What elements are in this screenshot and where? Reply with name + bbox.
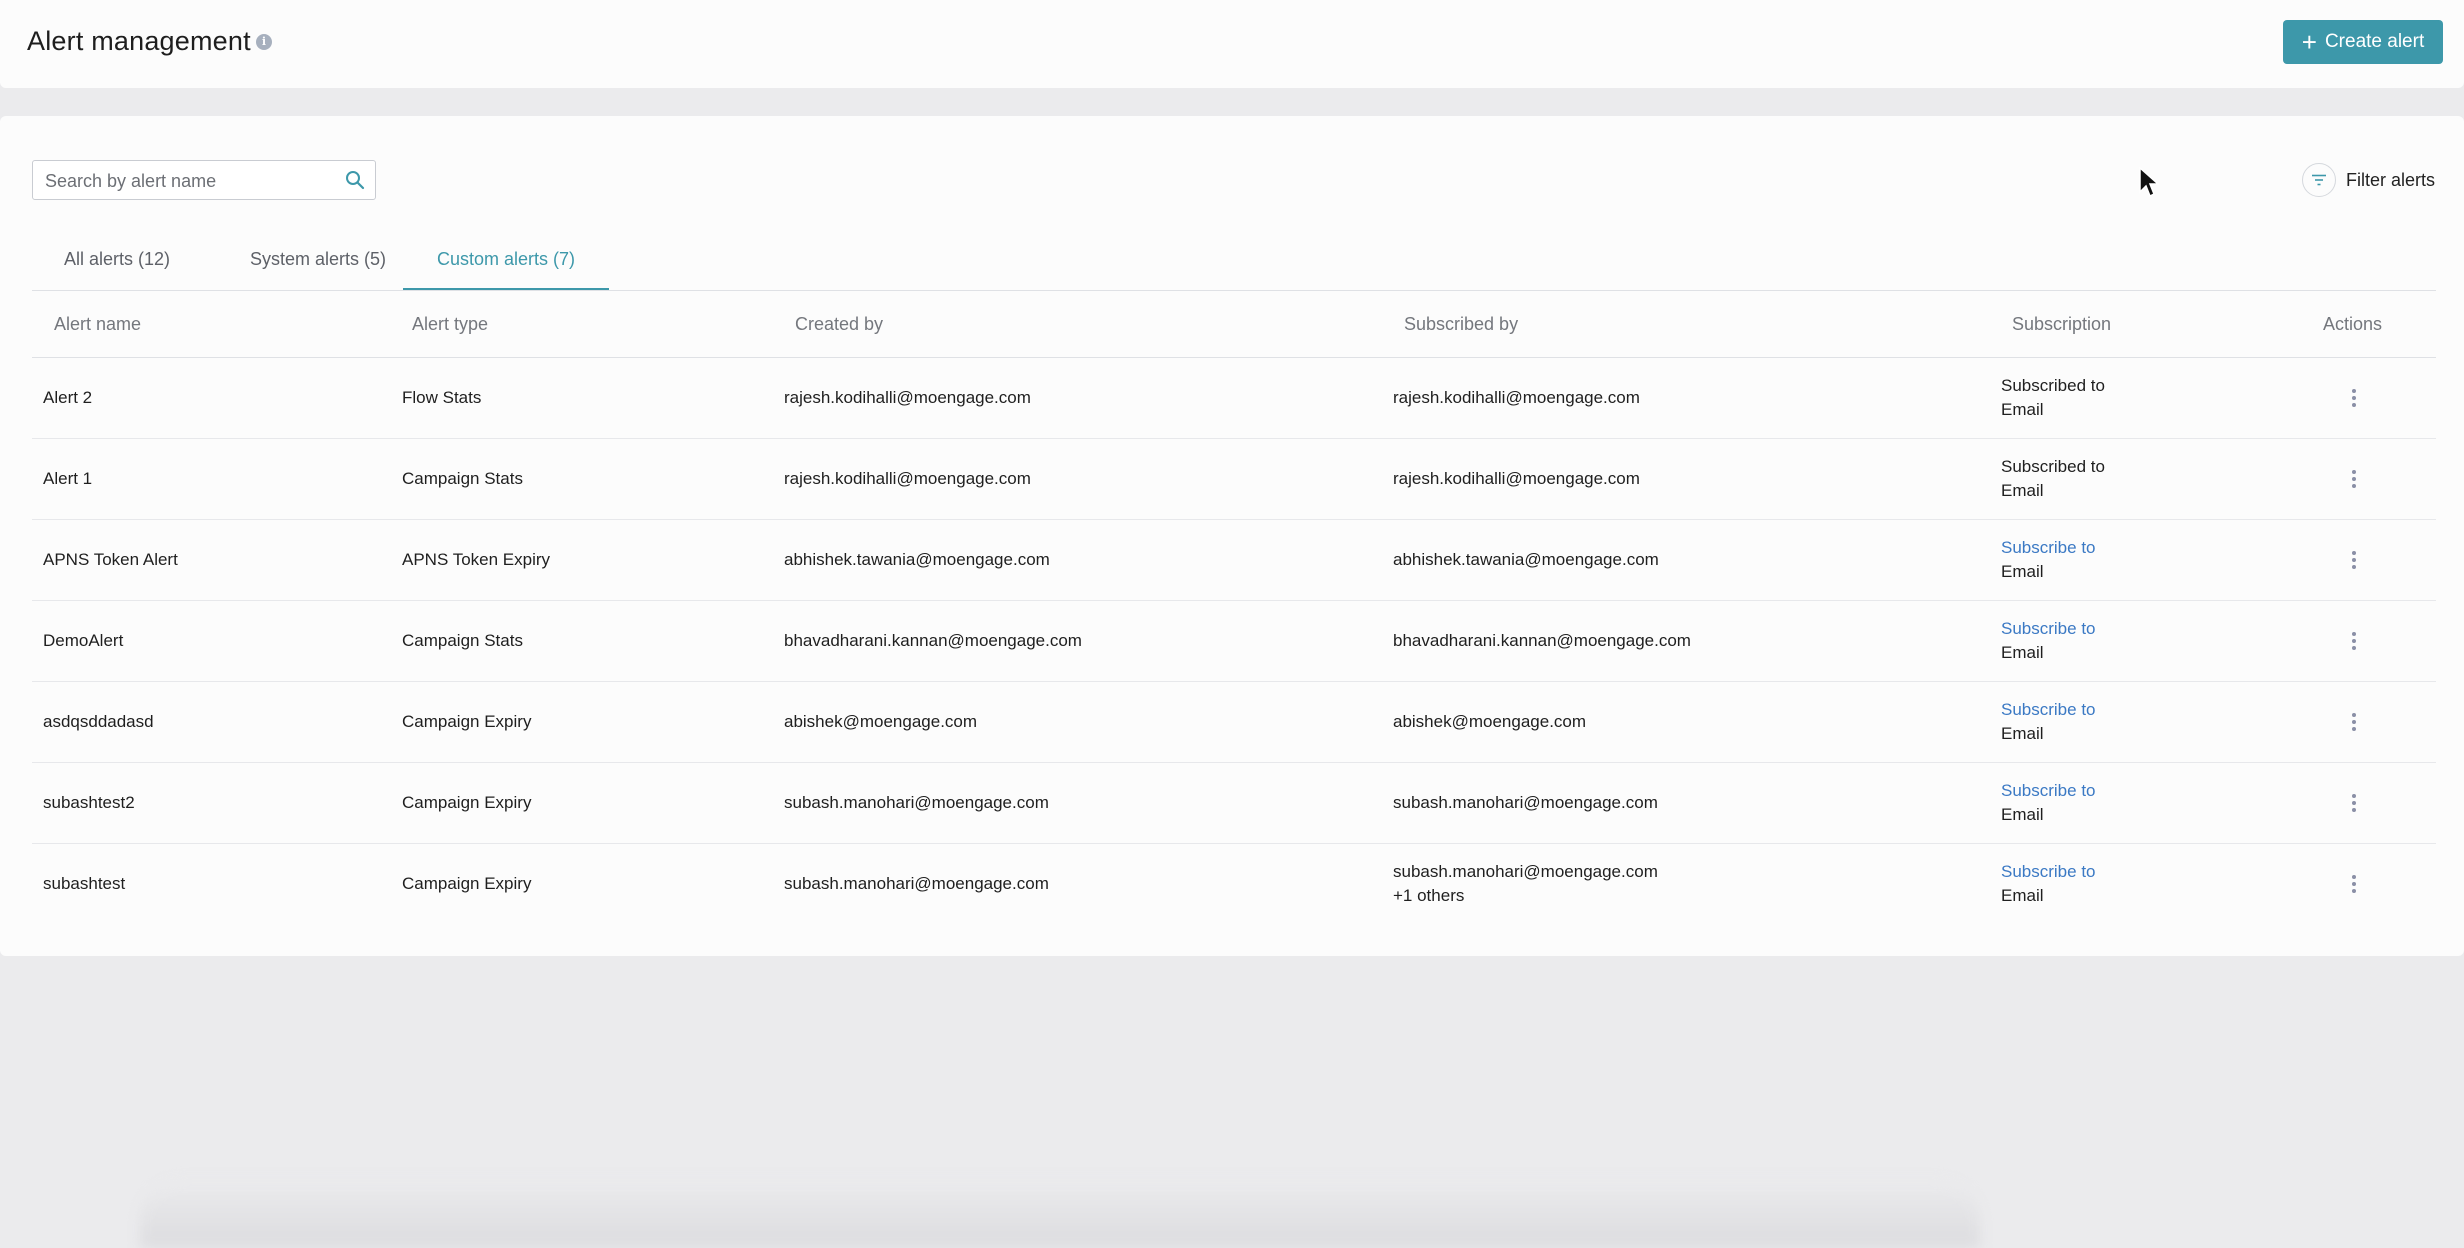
subscribe-link[interactable]: Subscribe to xyxy=(2001,698,2096,722)
cell-subscription: Subscribe to Email xyxy=(2001,763,2096,843)
create-alert-label: Create alert xyxy=(2324,31,2425,52)
more-vertical-icon[interactable] xyxy=(2346,386,2362,410)
table-row: subashtest2 Campaign Expiry subash.manohar… xyxy=(32,763,2436,844)
cell-alert-name: subashtest2 xyxy=(43,793,135,812)
header-subscribed-by: Subscribed by xyxy=(1404,313,1519,334)
subscribed-by-email: rajesh.kodihalli@moengage.com xyxy=(1393,469,1640,488)
cell-created-by: subash.manohari@moengage.com xyxy=(784,793,1049,812)
table-header: Alert name Alert type Created by Subscri… xyxy=(32,291,2436,358)
alerts-panel: Filter alerts All alerts (12) System ale… xyxy=(0,116,2464,956)
cell-alert-type: Flow Stats xyxy=(402,388,482,407)
info-icon[interactable]: i xyxy=(256,34,272,50)
cell-subscription: Subscribed to Email xyxy=(2001,358,2105,438)
page-title: Alert management xyxy=(27,26,251,56)
cell-created-by: bhavadharani.kannan@moengage.com xyxy=(784,631,1082,650)
table-row: DemoAlert Campaign Stats bhavadharani.kann… xyxy=(32,601,2436,682)
bottom-shadow xyxy=(140,1180,1980,1248)
cell-alert-type: Campaign Stats xyxy=(402,631,523,650)
cell-alert-name: Alert 1 xyxy=(43,469,93,488)
cell-alert-type: Campaign Expiry xyxy=(402,793,532,812)
cell-subscription: Subscribed to Email xyxy=(2001,439,2105,519)
subscription-channel: Email xyxy=(2001,562,2044,581)
cell-alert-type: APNS Token Expiry xyxy=(402,550,551,569)
cell-alert-type: Campaign Expiry xyxy=(402,874,532,893)
more-vertical-icon[interactable] xyxy=(2346,629,2362,653)
more-vertical-icon[interactable] xyxy=(2346,710,2362,734)
cell-subscribed-by: subash.manohari@moengage.com +1 others xyxy=(1393,844,1658,924)
cell-alert-name: DemoAlert xyxy=(43,631,124,650)
subscription-channel: Email xyxy=(2001,805,2044,824)
subscribe-link[interactable]: Subscribe to xyxy=(2001,617,2096,641)
subscription-channel: Email xyxy=(2001,400,2044,419)
more-vertical-icon[interactable] xyxy=(2346,467,2362,491)
cell-alert-name: Alert 2 xyxy=(43,388,93,407)
search-icon[interactable] xyxy=(345,170,365,190)
more-vertical-icon[interactable] xyxy=(2346,872,2362,896)
cell-created-by: abhishek.tawania@moengage.com xyxy=(784,550,1050,569)
header-alert-name: Alert name xyxy=(54,313,142,334)
cell-subscription: Subscribe to Email xyxy=(2001,601,2096,681)
subscribed-by-email: subash.manohari@moengage.com xyxy=(1393,793,1658,812)
cell-subscribed-by: subash.manohari@moengage.com xyxy=(1393,763,1658,843)
page-header: Alert management i + Create alert xyxy=(0,0,2464,88)
table-body: Alert 2 Flow Stats rajesh.kodihalli@moenga… xyxy=(32,358,2436,924)
more-vertical-icon[interactable] xyxy=(2346,548,2362,572)
subscribed-by-email: subash.manohari@moengage.com xyxy=(1393,862,1658,881)
alerts-table: Alert name Alert type Created by Subscri… xyxy=(32,291,2436,924)
header-alert-type: Alert type xyxy=(412,313,489,334)
cell-alert-type: Campaign Expiry xyxy=(402,712,532,731)
cell-created-by: abishek@moengage.com xyxy=(784,712,978,731)
cell-subscribed-by: abhishek.tawania@moengage.com xyxy=(1393,520,1659,600)
cell-subscription: Subscribe to Email xyxy=(2001,844,2096,924)
cell-created-by: rajesh.kodihalli@moengage.com xyxy=(784,388,1031,407)
cell-alert-name: APNS Token Alert xyxy=(43,550,178,569)
filter-alerts-button[interactable]: Filter alerts xyxy=(2302,160,2435,200)
cell-created-by: subash.manohari@moengage.com xyxy=(784,874,1049,893)
table-row: Alert 2 Flow Stats rajesh.kodihalli@moenga… xyxy=(32,358,2436,439)
subscribed-by-email: rajesh.kodihalli@moengage.com xyxy=(1393,388,1640,407)
subscription-channel: Email xyxy=(2001,886,2044,905)
plus-icon: + xyxy=(2301,27,2317,57)
cell-subscribed-by: rajesh.kodihalli@moengage.com xyxy=(1393,358,1640,438)
subscription-channel: Email xyxy=(2001,481,2044,500)
cell-subscribed-by: bhavadharani.kannan@moengage.com xyxy=(1393,601,1691,681)
tab-all-alerts[interactable]: All alerts (12) xyxy=(32,230,202,288)
subscribed-by-email: bhavadharani.kannan@moengage.com xyxy=(1393,631,1691,650)
search-box xyxy=(32,160,376,201)
filter-alerts-label: Filter alerts xyxy=(2346,169,2436,190)
subscribe-link[interactable]: Subscribe to xyxy=(2001,779,2096,803)
subscribe-link[interactable]: Subscribe to xyxy=(2001,860,2096,884)
table-row: asdqsddadasd Campaign Expiry abishek@moeng… xyxy=(32,682,2436,763)
subscribed-by-email: abishek@moengage.com xyxy=(1393,712,1587,731)
table-row: APNS Token Alert APNS Token Expiry abhishe… xyxy=(32,520,2436,601)
table-row: subashtest Campaign Expiry subash.manohari… xyxy=(32,844,2436,924)
subscription-channel: Email xyxy=(2001,724,2044,743)
table-row: Alert 1 Campaign Stats rajesh.kodihalli@mo… xyxy=(32,439,2436,520)
tab-system-alerts[interactable]: System alerts (5) xyxy=(222,230,414,288)
search-input[interactable] xyxy=(43,161,337,201)
cell-alert-name: asdqsddadasd xyxy=(43,712,154,731)
cell-subscribed-by: abishek@moengage.com xyxy=(1393,682,1586,762)
filter-icon xyxy=(2302,163,2336,197)
cell-subscription: Subscribe to Email xyxy=(2001,682,2096,762)
header-actions: Actions xyxy=(2323,313,2383,334)
mouse-cursor-icon xyxy=(2139,166,2160,198)
subscription-status: Subscribed to xyxy=(2001,376,2105,395)
cell-subscription: Subscribe to Email xyxy=(2001,520,2096,600)
tab-custom-alerts[interactable]: Custom alerts (7) xyxy=(403,230,609,290)
create-alert-button[interactable]: + Create alert xyxy=(2283,20,2443,64)
cell-created-by: rajesh.kodihalli@moengage.com xyxy=(784,469,1031,488)
cell-alert-name: subashtest xyxy=(43,874,126,893)
subscribed-by-extra[interactable]: +1 others xyxy=(1393,884,1464,908)
subscribed-by-email: abhishek.tawania@moengage.com xyxy=(1393,550,1659,569)
subscription-channel: Email xyxy=(2001,643,2044,662)
more-vertical-icon[interactable] xyxy=(2346,791,2362,815)
header-subscription: Subscription xyxy=(2012,313,2112,334)
subscribe-link[interactable]: Subscribe to xyxy=(2001,536,2096,560)
cell-alert-type: Campaign Stats xyxy=(402,469,523,488)
alert-tabs: All alerts (12) System alerts (5) Custom… xyxy=(32,230,2436,291)
cell-subscribed-by: rajesh.kodihalli@moengage.com xyxy=(1393,439,1640,519)
subscription-status: Subscribed to xyxy=(2001,457,2105,476)
header-created-by: Created by xyxy=(795,313,884,334)
